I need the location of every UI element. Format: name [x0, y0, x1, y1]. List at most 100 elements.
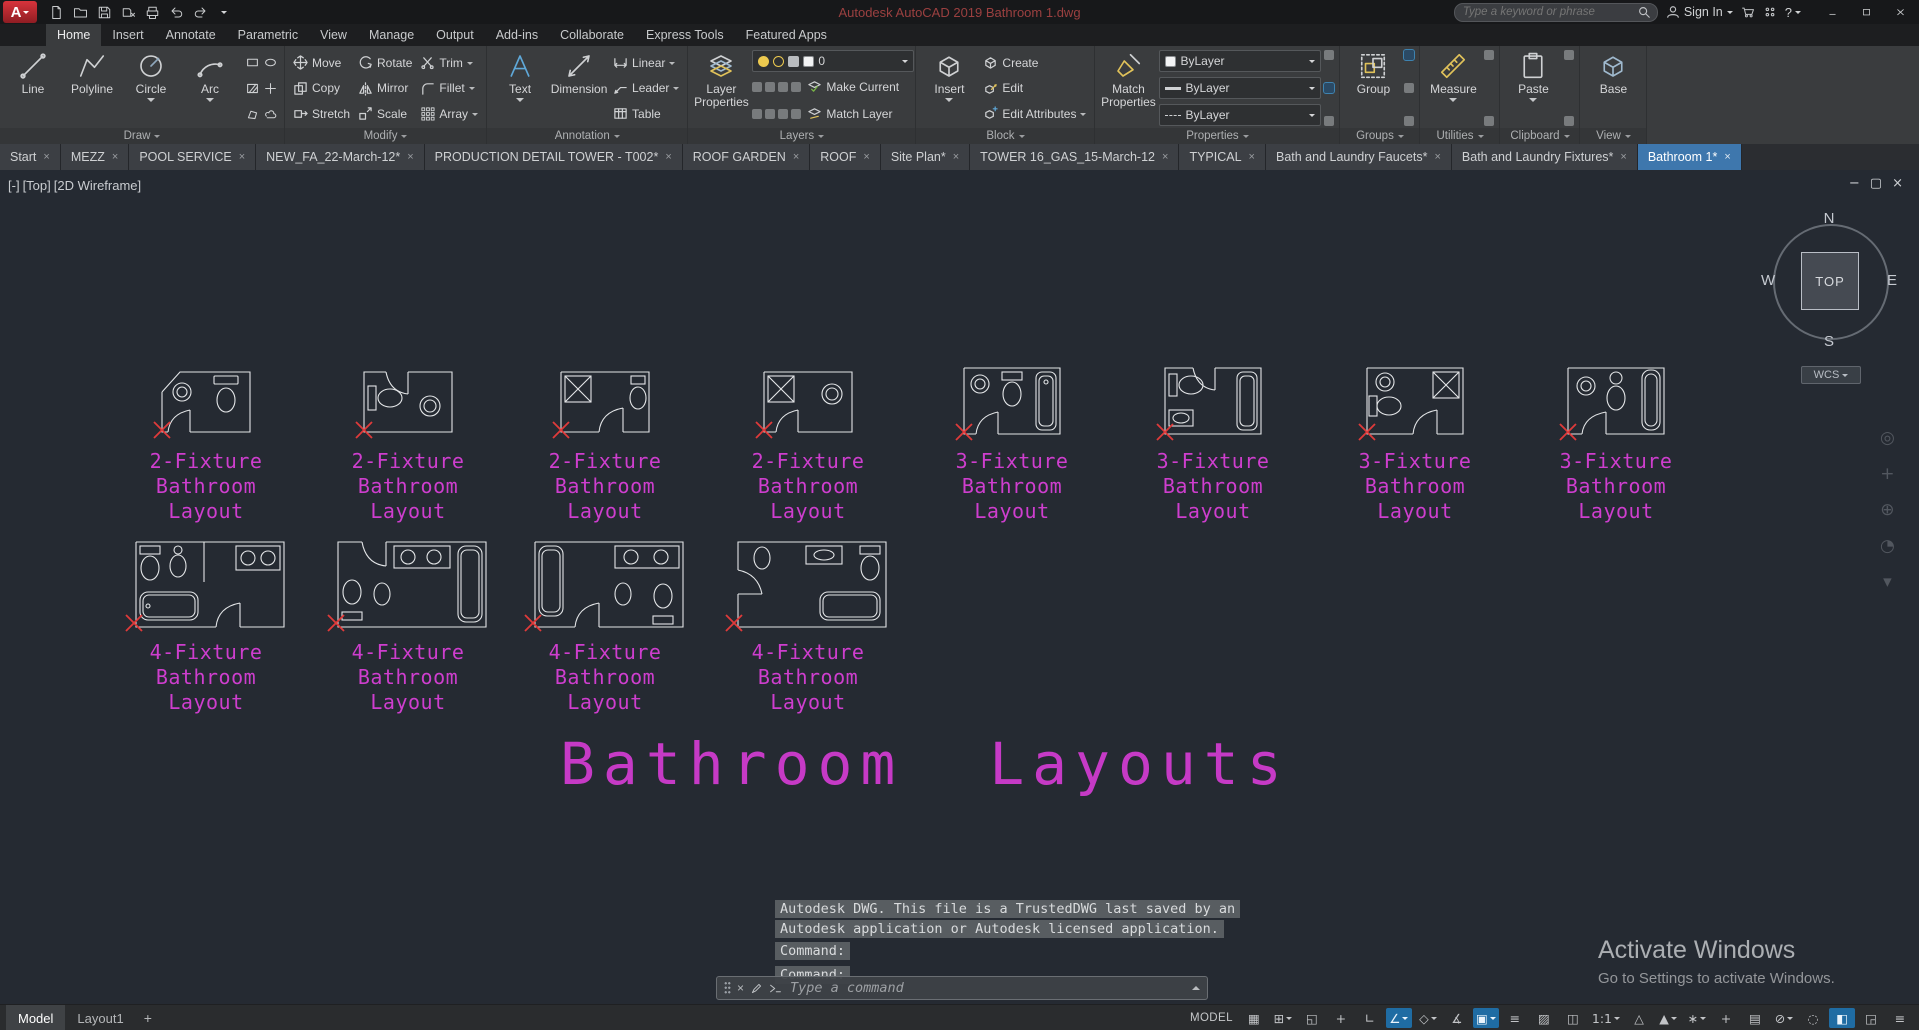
- tab-close-icon[interactable]: ×: [1162, 151, 1168, 163]
- bathroom-figure-9[interactable]: 4-Fixture Bathroom Layout: [116, 532, 296, 715]
- bathroom-figure-10[interactable]: 4-Fixture Bathroom Layout: [318, 532, 498, 715]
- block-panel-title[interactable]: Block: [916, 128, 1094, 144]
- cart-icon[interactable]: [1741, 2, 1755, 22]
- tab-close-icon[interactable]: ×: [43, 151, 49, 163]
- full-navigation-wheel-icon[interactable]: ◎: [1880, 428, 1895, 448]
- ribbon-tab[interactable]: View: [309, 24, 358, 46]
- ungroup-icon[interactable]: [1404, 83, 1414, 93]
- make-current-button[interactable]: Make Current: [804, 74, 902, 99]
- group-edit-icon[interactable]: [1404, 116, 1414, 126]
- save-as-button[interactable]: [117, 2, 139, 22]
- trim-button[interactable]: Trim: [417, 50, 481, 75]
- tab-close-icon[interactable]: ×: [1249, 151, 1255, 163]
- annotation-monitor-icon[interactable]: +: [1713, 1008, 1739, 1028]
- create-block-button[interactable]: Create: [980, 50, 1089, 75]
- compass-west[interactable]: W: [1761, 272, 1775, 289]
- viewport-control[interactable]: [-]: [8, 178, 20, 193]
- clean-screen-icon[interactable]: ◲: [1858, 1008, 1884, 1028]
- revision-cloud-tool-icon[interactable]: [261, 102, 279, 126]
- group-button[interactable]: Group: [1345, 48, 1401, 128]
- object-snap-icon[interactable]: ▣: [1473, 1008, 1499, 1028]
- customize-icon[interactable]: [750, 982, 763, 995]
- tab-close-icon[interactable]: ×: [1620, 151, 1626, 163]
- paste-button[interactable]: Paste: [1505, 48, 1561, 128]
- linetype-dropdown[interactable]: ByLayer: [1159, 104, 1321, 126]
- layer-lock-toggle-icon[interactable]: [791, 82, 801, 92]
- snap-icon[interactable]: ⊞: [1270, 1008, 1296, 1028]
- fillet-button[interactable]: Fillet: [417, 76, 481, 101]
- layer-isolate-icon[interactable]: [765, 82, 775, 92]
- modify-panel-title[interactable]: Modify: [285, 128, 486, 144]
- orbit-icon[interactable]: ◔: [1880, 536, 1895, 556]
- base-view-button[interactable]: Base: [1585, 48, 1641, 128]
- command-input[interactable]: [788, 979, 1186, 997]
- command-line[interactable]: ×: [716, 976, 1208, 1000]
- view-panel-title[interactable]: View: [1580, 128, 1646, 144]
- compass-north[interactable]: N: [1759, 210, 1899, 227]
- tab-close-icon[interactable]: ×: [239, 151, 245, 163]
- close-button[interactable]: [1883, 0, 1917, 24]
- layer-merge-icon[interactable]: [778, 109, 788, 119]
- scale-button[interactable]: Scale: [355, 101, 415, 126]
- ribbon-tab[interactable]: Manage: [358, 24, 425, 46]
- osnap-tracking-icon[interactable]: ∡: [1444, 1008, 1470, 1028]
- ribbon-tab[interactable]: Annotate: [155, 24, 227, 46]
- navbar-more-icon[interactable]: ▾: [1880, 572, 1895, 592]
- match-properties-button[interactable]: Match Properties: [1100, 48, 1156, 128]
- tab-close-icon[interactable]: ×: [665, 151, 671, 163]
- undo-button[interactable]: [165, 2, 187, 22]
- grid-icon[interactable]: ▦: [1241, 1008, 1267, 1028]
- edit-attributes-button[interactable]: Edit Attributes: [980, 101, 1089, 126]
- transparency-tool-icon[interactable]: [1324, 50, 1334, 60]
- insert-block-button[interactable]: Insert: [921, 48, 977, 128]
- lineweight-dropdown[interactable]: ByLayer: [1159, 77, 1321, 99]
- ribbon-tab[interactable]: Insert: [101, 24, 154, 46]
- graphics-performance-icon[interactable]: ◧: [1829, 1008, 1855, 1028]
- annotation-panel-title[interactable]: Annotation: [487, 128, 687, 144]
- model-tab[interactable]: Model: [6, 1005, 65, 1030]
- move-button[interactable]: Move: [290, 50, 353, 75]
- new-layout-button[interactable]: +: [136, 1005, 160, 1030]
- bathroom-figure-8[interactable]: 3-Fixture Bathroom Layout: [1546, 356, 1686, 524]
- sign-in-button[interactable]: Sign In: [1666, 2, 1733, 22]
- drawing-area[interactable]: [-][Top][2D Wireframe] −▢× N S W E TOP W…: [0, 170, 1919, 1004]
- layout1-tab[interactable]: Layout1: [65, 1005, 135, 1030]
- drawing-tab[interactable]: Start ×: [0, 144, 61, 170]
- match-layer-button[interactable]: Match Layer: [804, 101, 895, 126]
- id-point-icon[interactable]: [1484, 50, 1494, 60]
- apps-icon[interactable]: [1763, 2, 1777, 22]
- autoscale-icon[interactable]: ▲: [1655, 1008, 1681, 1028]
- plot-button[interactable]: [141, 2, 163, 22]
- lock-ui-icon[interactable]: ⊘: [1771, 1008, 1797, 1028]
- utilities-panel-title[interactable]: Utilities: [1420, 128, 1499, 144]
- bathroom-figure-2[interactable]: 2-Fixture Bathroom Layout: [338, 356, 478, 524]
- help-button[interactable]: ?: [1785, 5, 1801, 20]
- point-tool-icon[interactable]: [261, 76, 279, 100]
- layer-properties-button[interactable]: Layer Properties: [693, 48, 749, 128]
- quick-calculator-icon[interactable]: [1484, 116, 1494, 126]
- bathroom-figure-5[interactable]: 3-Fixture Bathroom Layout: [942, 356, 1082, 524]
- view-cube-top-face[interactable]: TOP: [1801, 252, 1859, 310]
- redo-button[interactable]: [189, 2, 211, 22]
- viewport-control[interactable]: [2D Wireframe]: [54, 178, 141, 193]
- drawing-tab[interactable]: Bathroom 1* ×: [1638, 144, 1742, 170]
- drawing-tab[interactable]: Site Plan* ×: [881, 144, 970, 170]
- tab-close-icon[interactable]: ×: [863, 151, 869, 163]
- isometric-drafting-icon[interactable]: ◇: [1415, 1008, 1441, 1028]
- drawing-tab[interactable]: TYPICAL ×: [1179, 144, 1266, 170]
- ribbon-tab[interactable]: Home: [46, 24, 101, 46]
- workspace-icon[interactable]: ∗: [1684, 1008, 1710, 1028]
- application-menu-button[interactable]: A: [3, 1, 37, 23]
- object-color-dropdown[interactable]: ByLayer: [1159, 50, 1321, 72]
- new-file-button[interactable]: [45, 2, 67, 22]
- properties-palette-icon[interactable]: [1324, 116, 1334, 126]
- selection-cycling-icon[interactable]: ◫: [1560, 1008, 1586, 1028]
- layer-off-icon[interactable]: [752, 82, 762, 92]
- qat-dropdown-button[interactable]: [213, 2, 235, 22]
- arc-button[interactable]: Arc: [182, 48, 238, 128]
- viewport-control[interactable]: [Top]: [23, 178, 51, 193]
- edit-block-button[interactable]: Edit: [980, 76, 1089, 101]
- drawing-tab[interactable]: TOWER 16_GAS_15-March-12 ×: [970, 144, 1179, 170]
- line-button[interactable]: Line: [5, 48, 61, 128]
- bathroom-figure-12[interactable]: 4-Fixture Bathroom Layout: [718, 532, 898, 715]
